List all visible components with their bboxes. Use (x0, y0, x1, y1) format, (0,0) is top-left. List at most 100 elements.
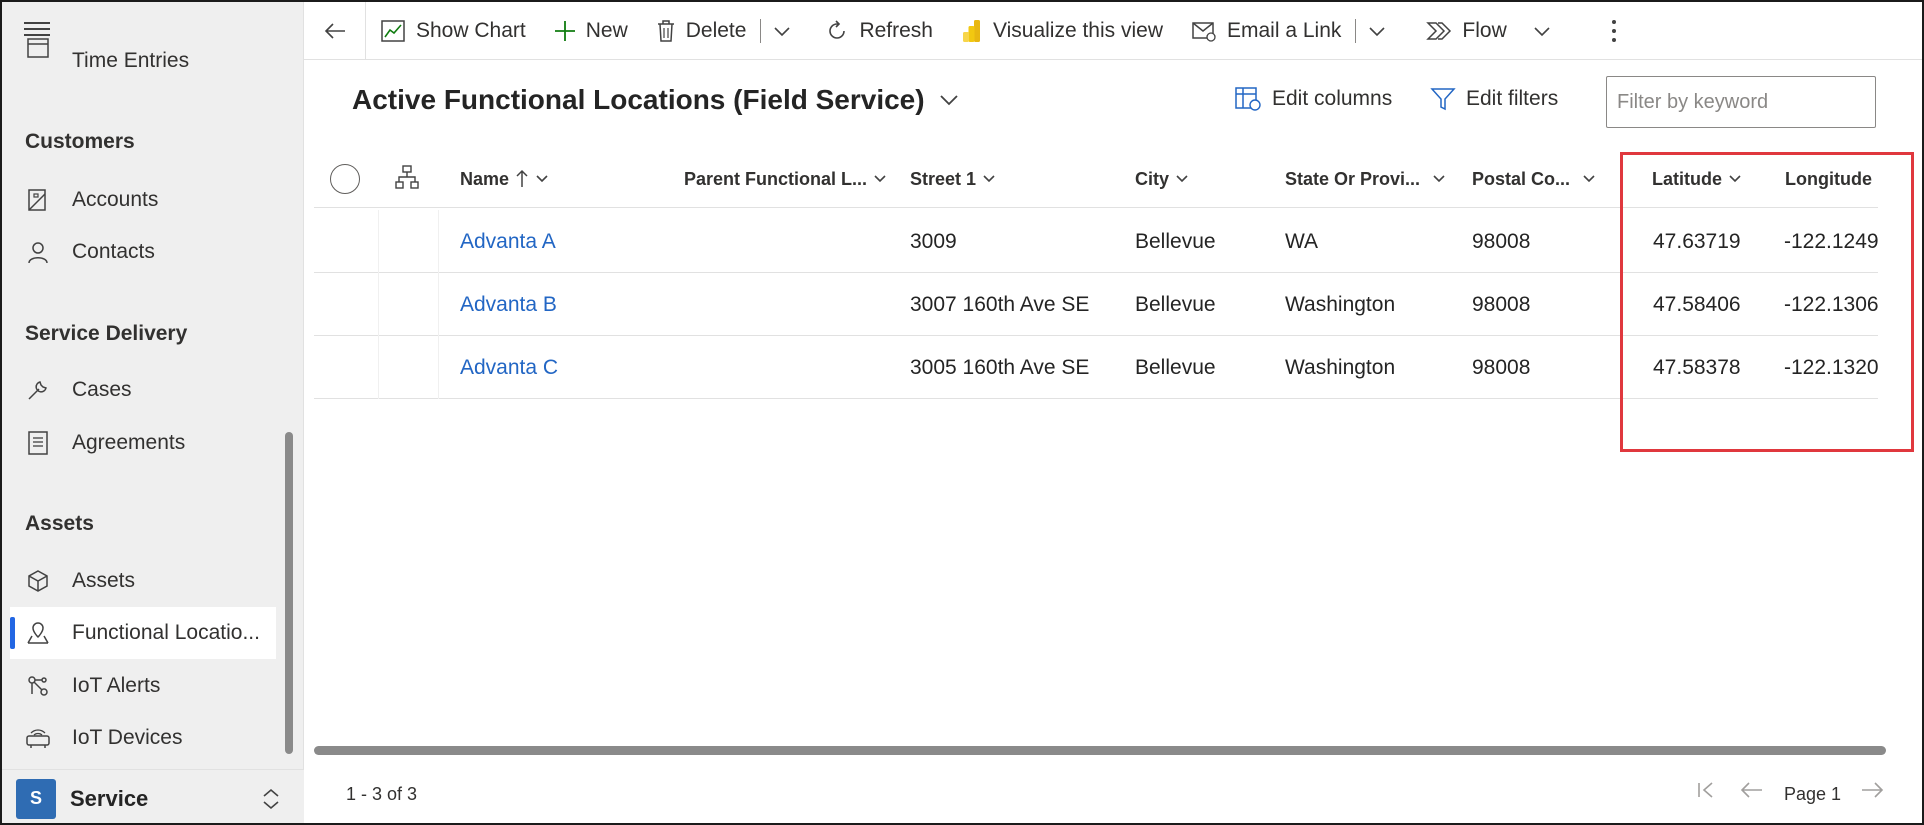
cell-street: 3009 (910, 229, 957, 253)
chevron-down-icon (1729, 175, 1741, 183)
column-header-latitude[interactable]: Latitude (1652, 150, 1742, 208)
sidebar-item-label: IoT Alerts (72, 674, 161, 697)
edit-filters-button[interactable]: Edit filters (1430, 86, 1558, 112)
column-header-name[interactable]: Name (460, 150, 549, 208)
show-chart-label: Show Chart (416, 18, 526, 42)
trash-icon (657, 19, 674, 42)
column-header-label: Postal Co... (1472, 168, 1571, 189)
chevron-down-icon (1176, 175, 1188, 183)
select-all-checkbox[interactable] (330, 164, 360, 194)
sidebar-item-label: Agreements (72, 431, 186, 454)
flow-button[interactable]: Flow (1412, 2, 1574, 60)
cube-icon (24, 567, 52, 595)
sidebar-item-iot-alerts[interactable]: IoT Alerts (10, 660, 276, 712)
delete-button[interactable]: Delete (642, 2, 761, 60)
accounts-icon (24, 186, 52, 214)
page-number: Page 1 (1784, 784, 1842, 804)
sidebar-item-label: Cases (72, 378, 132, 401)
iot-alert-icon (24, 672, 52, 700)
app-window: Time Entries Customers Accounts Contacts… (0, 0, 1924, 825)
column-header-postal-code[interactable]: Postal Co... (1472, 150, 1596, 208)
email-link-icon (1192, 21, 1216, 42)
cell-longitude: -122.1320 (1784, 355, 1879, 379)
iot-device-icon (24, 724, 52, 752)
up-down-chevron-icon (260, 787, 282, 816)
sidebar-item-contacts[interactable]: Contacts (10, 226, 276, 278)
column-header-city[interactable]: City (1135, 150, 1189, 208)
column-header-parent-functional-location[interactable]: Parent Functional L... (684, 150, 887, 208)
table-row[interactable]: Advanta A 3009 Bellevue WA 98008 47.6371… (314, 210, 1879, 273)
chevron-down-icon (1583, 175, 1595, 183)
horizontal-scrollbar[interactable] (314, 746, 1886, 755)
visualize-label: Visualize this view (992, 18, 1163, 42)
chevron-down-icon (774, 26, 791, 36)
column-header-street-1[interactable]: Street 1 (910, 150, 996, 208)
sidebar-item-label: Contacts (72, 240, 155, 263)
next-page-button[interactable] (1860, 780, 1884, 800)
cell-city: Bellevue (1135, 292, 1216, 316)
refresh-button[interactable]: Refresh (811, 2, 947, 60)
visualize-view-button[interactable]: Visualize this view (947, 2, 1177, 60)
cell-state: Washington (1285, 292, 1396, 316)
hierarchy-icon[interactable] (394, 164, 420, 195)
sidebar-item-label: IoT Devices (72, 726, 183, 749)
sidebar-item-label: Time Entries (72, 49, 190, 72)
cell-longitude: -122.1306 (1784, 292, 1879, 316)
page-title: Active Functional Locations (Field Servi… (352, 84, 925, 115)
calendar-icon (24, 34, 52, 62)
plus-icon (554, 20, 575, 41)
sidebar-item-functional-locations[interactable]: Functional Locatio... (10, 607, 276, 659)
cell-postal: 98008 (1472, 355, 1531, 379)
cell-name[interactable]: Advanta A (460, 210, 556, 273)
show-chart-button[interactable]: Show Chart (366, 2, 540, 60)
new-button[interactable]: New (540, 2, 642, 60)
email-link-button[interactable]: Email a Link (1177, 2, 1355, 60)
more-commands-button[interactable] (1597, 2, 1641, 60)
table-row[interactable]: Advanta C 3005 160th Ave SE Bellevue Was… (314, 336, 1879, 399)
view-selector[interactable]: Active Functional Locations (Field Servi… (352, 84, 959, 116)
sidebar-item-assets[interactable]: Assets (10, 555, 276, 607)
previous-page-button[interactable] (1740, 780, 1764, 800)
filter-by-keyword-input[interactable] (1606, 76, 1876, 128)
sidebar-scrollbar[interactable] (285, 432, 293, 754)
back-button[interactable] (304, 2, 366, 60)
refresh-icon (829, 19, 846, 39)
new-label: New (585, 18, 628, 42)
chevron-down-icon (983, 175, 995, 183)
delete-more-button[interactable] (761, 2, 803, 60)
left-arrow-icon (1740, 782, 1762, 798)
sidebar-item-accounts[interactable]: Accounts (10, 174, 276, 226)
cell-street: 3007 160th Ave SE (910, 292, 1090, 316)
column-header-label: Street 1 (910, 168, 977, 189)
power-bi-icon (962, 19, 980, 42)
chevron-down-icon (1433, 175, 1445, 183)
cell-longitude: -122.1249 (1784, 229, 1879, 253)
sidebar-item-label: Assets (72, 569, 136, 592)
column-header-longitude[interactable]: Longitude (1785, 150, 1872, 208)
sort-ascending-icon (516, 169, 528, 187)
area-switcher[interactable]: S Service (2, 769, 304, 823)
sidebar-item-time-entries[interactable]: Time Entries (10, 36, 276, 88)
sidebar-item-label: Accounts (72, 188, 159, 211)
back-arrow-icon (324, 22, 345, 39)
document-icon (24, 429, 52, 457)
cell-name[interactable]: Advanta C (460, 336, 558, 399)
area-name: Service (70, 785, 149, 811)
first-page-button[interactable] (1696, 780, 1716, 800)
delete-label: Delete (685, 18, 747, 42)
email-more-button[interactable] (1356, 2, 1398, 60)
edit-columns-button[interactable]: Edit columns (1234, 86, 1392, 112)
cell-postal: 98008 (1472, 292, 1531, 316)
cell-state: Washington (1285, 355, 1396, 379)
cell-name[interactable]: Advanta B (460, 273, 557, 336)
edit-columns-icon (1235, 87, 1261, 111)
column-header-state-or-province[interactable]: State Or Provi... (1285, 150, 1446, 208)
group-title-assets: Assets (25, 512, 94, 535)
sidebar-item-iot-devices[interactable]: IoT Devices (10, 712, 276, 764)
sidebar-item-cases[interactable]: Cases (10, 364, 276, 416)
first-page-icon (1698, 782, 1713, 798)
cell-latitude: 47.63719 (1653, 229, 1741, 253)
sidebar-item-agreements[interactable]: Agreements (10, 417, 276, 469)
chevron-down-icon (1534, 26, 1550, 36)
table-row[interactable]: Advanta B 3007 160th Ave SE Bellevue Was… (314, 273, 1879, 336)
